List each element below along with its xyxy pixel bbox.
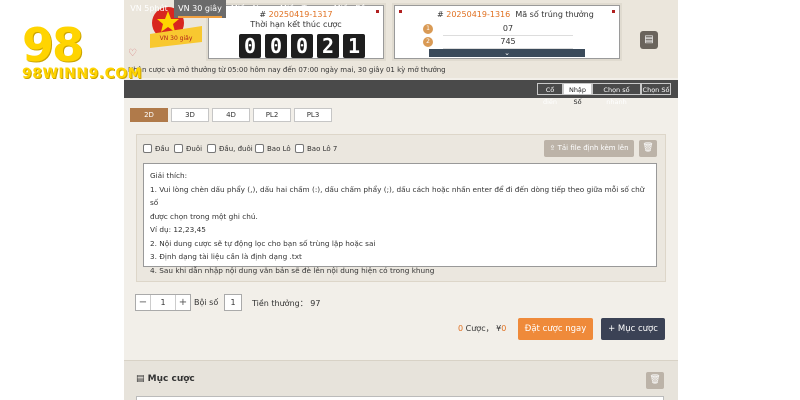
filter-bao-lo[interactable]: Bao Lô	[255, 144, 291, 153]
countdown-digits: 0 0 0 2 1	[239, 34, 365, 58]
result-row: 2 745	[423, 36, 585, 49]
checkbox[interactable]	[174, 144, 183, 153]
bet-list-section	[124, 360, 678, 400]
issue-prefix: #	[437, 10, 444, 19]
prize-2-icon: 2	[423, 37, 433, 47]
number-entry-textarea[interactable]: Giải thích: 1. Vui lòng chèn dấu phẩy (,…	[143, 163, 657, 275]
document-icon[interactable]: ▤	[640, 31, 658, 49]
checkbox[interactable]	[207, 144, 216, 153]
filter-bao-lo-7[interactable]: Bao Lô 7	[295, 144, 337, 153]
instruction-line: 3. Định dạng tài liệu cần là định dạng .…	[150, 252, 302, 261]
countdown-digit: 0	[291, 34, 313, 58]
result-row: 1 07	[423, 23, 585, 36]
tab-label: VN 30 giây	[178, 4, 222, 13]
checkbox-label: Đầu	[155, 144, 170, 153]
bet-summary: 0 Cược， ¥0	[458, 323, 506, 334]
trash-icon[interactable]: 🗑	[646, 372, 664, 389]
subtab-4d[interactable]: 4D	[212, 108, 250, 122]
site-logo: 98 98WINN9.COM	[22, 22, 172, 94]
tab-mien-trung[interactable]: Miền Trung	[276, 0, 328, 18]
instruction-line: 4. Sau khi dẫn nhập nội dung văn bản sẽ …	[150, 265, 435, 275]
upload-label: Tải file định kèm lên	[557, 144, 629, 152]
bet-count-label: Cược，	[465, 324, 494, 333]
bet-count: 0	[458, 324, 464, 333]
filter-dau-duoi[interactable]: Đầu, đuôi	[207, 144, 253, 153]
multiplier-input[interactable]: 1	[224, 294, 242, 311]
instruction-line: được chọn trong một ghi chú.	[150, 211, 258, 221]
results-title: # 20250419-1316 Mã số trúng thưởng	[437, 10, 594, 19]
place-bet-button[interactable]: Đặt cược ngay	[518, 318, 593, 340]
prize-label-text: Tiền thưởng：	[252, 299, 308, 308]
instruction-line: 2. Nội dung cược sẽ tự động lọc cho bạn …	[150, 238, 376, 248]
tab-mien-nam[interactable]: Miền Nam	[226, 0, 276, 18]
plus-button[interactable]: +	[176, 295, 190, 310]
bet-list-table	[136, 396, 664, 400]
mode-chon-so[interactable]: Chọn Số	[641, 83, 671, 95]
upload-file-button[interactable]: ⇪ Tải file định kèm lên	[544, 140, 634, 157]
checkbox-label: Đầu, đuôi	[219, 144, 253, 153]
mode-co-dien[interactable]: Cổ điển	[537, 83, 563, 106]
mode-chon-so-nhanh[interactable]: Chọn số nhanh	[592, 83, 641, 106]
filter-dau[interactable]: Đầu	[143, 144, 169, 153]
multiplier-label: Bội số	[194, 298, 219, 307]
instructions-title: Giải thích:	[150, 171, 188, 180]
panel-dot	[612, 10, 615, 13]
result-value: 745	[443, 36, 573, 49]
tab-vn-30-giay[interactable]: VN 30 giây	[174, 0, 226, 18]
countdown-digit: 0	[265, 34, 287, 58]
minus-button[interactable]: −	[136, 295, 150, 310]
tab-mien-bac[interactable]: Miền Bắc	[328, 0, 376, 18]
bet-list-title: ▤ Mục cược	[136, 374, 195, 384]
result-value: 07	[443, 23, 573, 36]
results-issue-id: 20250419-1316	[446, 10, 511, 19]
upload-icon: ⇪	[549, 144, 556, 152]
trash-icon[interactable]: 🗑	[639, 140, 657, 157]
subtab-pl3[interactable]: PL3	[294, 108, 332, 122]
schedule-notice: Nhận cược và mở thưởng từ 05:00 hôm nay …	[128, 66, 446, 74]
countdown-label: Thời hạn kết thúc cược	[250, 20, 342, 29]
checkbox[interactable]	[295, 144, 304, 153]
chevron-down-icon[interactable]: ⌄	[429, 49, 585, 57]
amount-stepper: − 1 +	[135, 294, 191, 311]
checkbox-label: Đuôi	[186, 144, 203, 153]
logo-site-name: 98WINN9.COM	[22, 66, 143, 82]
outer-background-right	[678, 0, 800, 400]
filter-duoi[interactable]: Đuôi	[174, 144, 202, 153]
panel-dot	[399, 10, 402, 13]
bet-amount: 0	[501, 324, 507, 333]
subtab-3d[interactable]: 3D	[171, 108, 209, 122]
prize-label: Tiền thưởng： 97	[252, 298, 320, 309]
countdown-digit: 2	[317, 34, 339, 58]
amount-input[interactable]: 1	[150, 295, 176, 310]
countdown-digit: 0	[239, 34, 261, 58]
mode-nhap-so[interactable]: Nhập Số	[563, 83, 592, 106]
prize-1-icon: 1	[423, 24, 433, 34]
logo-number: 98	[22, 18, 84, 72]
checkbox[interactable]	[143, 144, 152, 153]
instruction-line: 1. Vui lòng chèn dấu phẩy (,), dấu hai c…	[150, 184, 645, 208]
checkbox-label: Bao Lô	[267, 144, 291, 153]
prize-value: 97	[310, 299, 321, 308]
instruction-line: Ví dụ: 12,23,45	[150, 225, 206, 234]
results-label: Mã số trúng thưởng	[515, 10, 594, 19]
active-tab-indicator	[178, 16, 222, 18]
checkbox-label: Bao Lô 7	[307, 144, 338, 153]
results-panel: # 20250419-1316 Mã số trúng thưởng 1 07 …	[394, 5, 620, 59]
subtab-pl2[interactable]: PL2	[253, 108, 291, 122]
list-icon: ▤	[136, 374, 145, 384]
tab-vn-5phut[interactable]: VN 5phút	[124, 0, 174, 18]
subtab-2d[interactable]: 2D	[130, 108, 168, 122]
add-to-bet-list-button[interactable]: + Mục cược	[601, 318, 665, 340]
countdown-digit: 1	[343, 34, 365, 58]
bet-list-title-text: Mục cược	[147, 374, 195, 384]
checkbox[interactable]	[255, 144, 264, 153]
